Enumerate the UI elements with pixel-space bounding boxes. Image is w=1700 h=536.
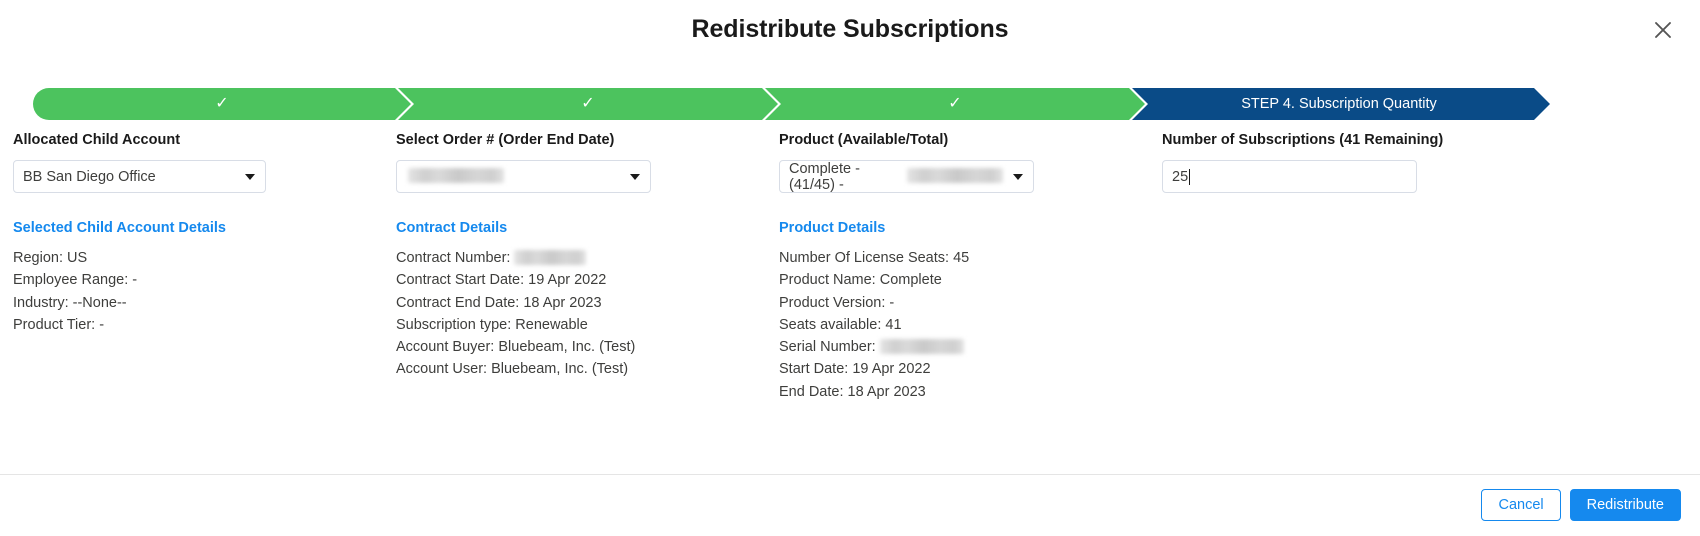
text-cursor xyxy=(1189,168,1191,185)
selected-child-account-details: Selected Child Account Details Region: U… xyxy=(13,220,393,336)
check-icon: ✓ xyxy=(581,95,595,112)
detail-contract-number: Contract Number: xyxy=(396,247,776,269)
contract-details-title: Contract Details xyxy=(396,220,508,236)
modal-footer: Cancel Redistribute xyxy=(0,474,1700,536)
detail-serial-number-label: Serial Number: xyxy=(779,339,876,356)
detail-product-tier: Product Tier: - xyxy=(13,316,105,333)
check-icon: ✓ xyxy=(948,95,962,112)
modal-header: Redistribute Subscriptions xyxy=(0,0,1700,62)
detail-start-date: Start Date: 19 Apr 2022 xyxy=(779,361,931,378)
product-details: Product Details Number Of License Seats:… xyxy=(779,220,1159,403)
detail-employee-range: Employee Range: - xyxy=(13,272,138,289)
redistribute-subscriptions-modal: Redistribute Subscriptions ✓ ✓ ✓ STEP 4.… xyxy=(0,0,1700,536)
child-account-label: Allocated Child Account xyxy=(13,132,181,148)
child-account-select[interactable]: BB San Diego Office xyxy=(13,160,266,193)
detail-serial-number: Serial Number: xyxy=(779,336,1159,358)
stepper-step-3[interactable]: ✓ xyxy=(765,88,1145,120)
column-quantity: Number of Subscriptions (41 Remaining) 2… xyxy=(1162,132,1562,193)
detail-contract-end-date: Contract End Date: 18 Apr 2023 xyxy=(396,294,602,311)
detail-industry: Industry: --None-- xyxy=(13,294,127,311)
product-details-title: Product Details xyxy=(779,220,886,236)
product-label: Product (Available/Total) xyxy=(779,132,949,148)
check-icon: ✓ xyxy=(215,95,229,112)
stepper-step-2[interactable]: ✓ xyxy=(398,88,778,120)
child-account-details-title: Selected Child Account Details xyxy=(13,220,226,236)
chevron-down-icon xyxy=(245,173,255,180)
redacted-contract-number xyxy=(514,249,587,265)
contract-details: Contract Details Contract Number: Contra… xyxy=(396,220,776,381)
chevron-down-icon xyxy=(1013,173,1023,180)
stepper-step-4[interactable]: STEP 4. Subscription Quantity xyxy=(1132,88,1550,120)
order-select[interactable] xyxy=(396,160,651,193)
detail-account-buyer: Account Buyer: Bluebeam, Inc. (Test) xyxy=(396,339,636,356)
column-child-account: Allocated Child Account BB San Diego Off… xyxy=(13,132,393,336)
redistribute-button[interactable]: Redistribute xyxy=(1569,489,1681,521)
detail-contract-start-date: Contract Start Date: 19 Apr 2022 xyxy=(396,272,607,289)
redacted-serial-number xyxy=(879,338,964,354)
product-select[interactable]: Complete - (41/45) - xyxy=(779,160,1034,193)
detail-product-name: Product Name: Complete xyxy=(779,272,942,289)
quantity-input[interactable]: 25 xyxy=(1162,160,1417,193)
order-label: Select Order # (Order End Date) xyxy=(396,132,615,148)
column-order: Select Order # (Order End Date) Contract… xyxy=(396,132,776,381)
detail-account-user: Account User: Bluebeam, Inc. (Test) xyxy=(396,361,629,378)
stepper-step-1[interactable]: ✓ xyxy=(33,88,411,120)
progress-stepper: ✓ ✓ ✓ STEP 4. Subscription Quantity xyxy=(33,88,1550,120)
detail-contract-number-label: Contract Number: xyxy=(396,250,511,266)
redacted-order-number xyxy=(408,168,504,183)
column-product: Product (Available/Total) Complete - (41… xyxy=(779,132,1159,403)
detail-end-date: End Date: 18 Apr 2023 xyxy=(779,383,926,400)
chevron-down-icon xyxy=(630,173,640,180)
child-account-value: BB San Diego Office xyxy=(23,168,156,185)
modal-body: Allocated Child Account BB San Diego Off… xyxy=(0,132,1700,442)
page-title: Redistribute Subscriptions xyxy=(691,15,1009,43)
stepper-step-4-label: STEP 4. Subscription Quantity xyxy=(1241,96,1437,112)
quantity-label: Number of Subscriptions (41 Remaining) xyxy=(1162,132,1444,148)
detail-product-version: Product Version: - xyxy=(779,294,895,311)
detail-seats-available: Seats available: 41 xyxy=(779,316,902,333)
quantity-value: 25 xyxy=(1172,168,1189,185)
detail-region: Region: US xyxy=(13,250,88,266)
footer-actions: Cancel Redistribute xyxy=(1481,489,1681,521)
detail-license-seats: Number Of License Seats: 45 xyxy=(779,250,970,266)
close-icon[interactable] xyxy=(1648,15,1678,45)
product-value: Complete - (41/45) - xyxy=(789,160,860,193)
redacted-product-serial xyxy=(907,168,1003,183)
cancel-button[interactable]: Cancel xyxy=(1481,489,1561,521)
detail-subscription-type: Subscription type: Renewable xyxy=(396,316,588,333)
